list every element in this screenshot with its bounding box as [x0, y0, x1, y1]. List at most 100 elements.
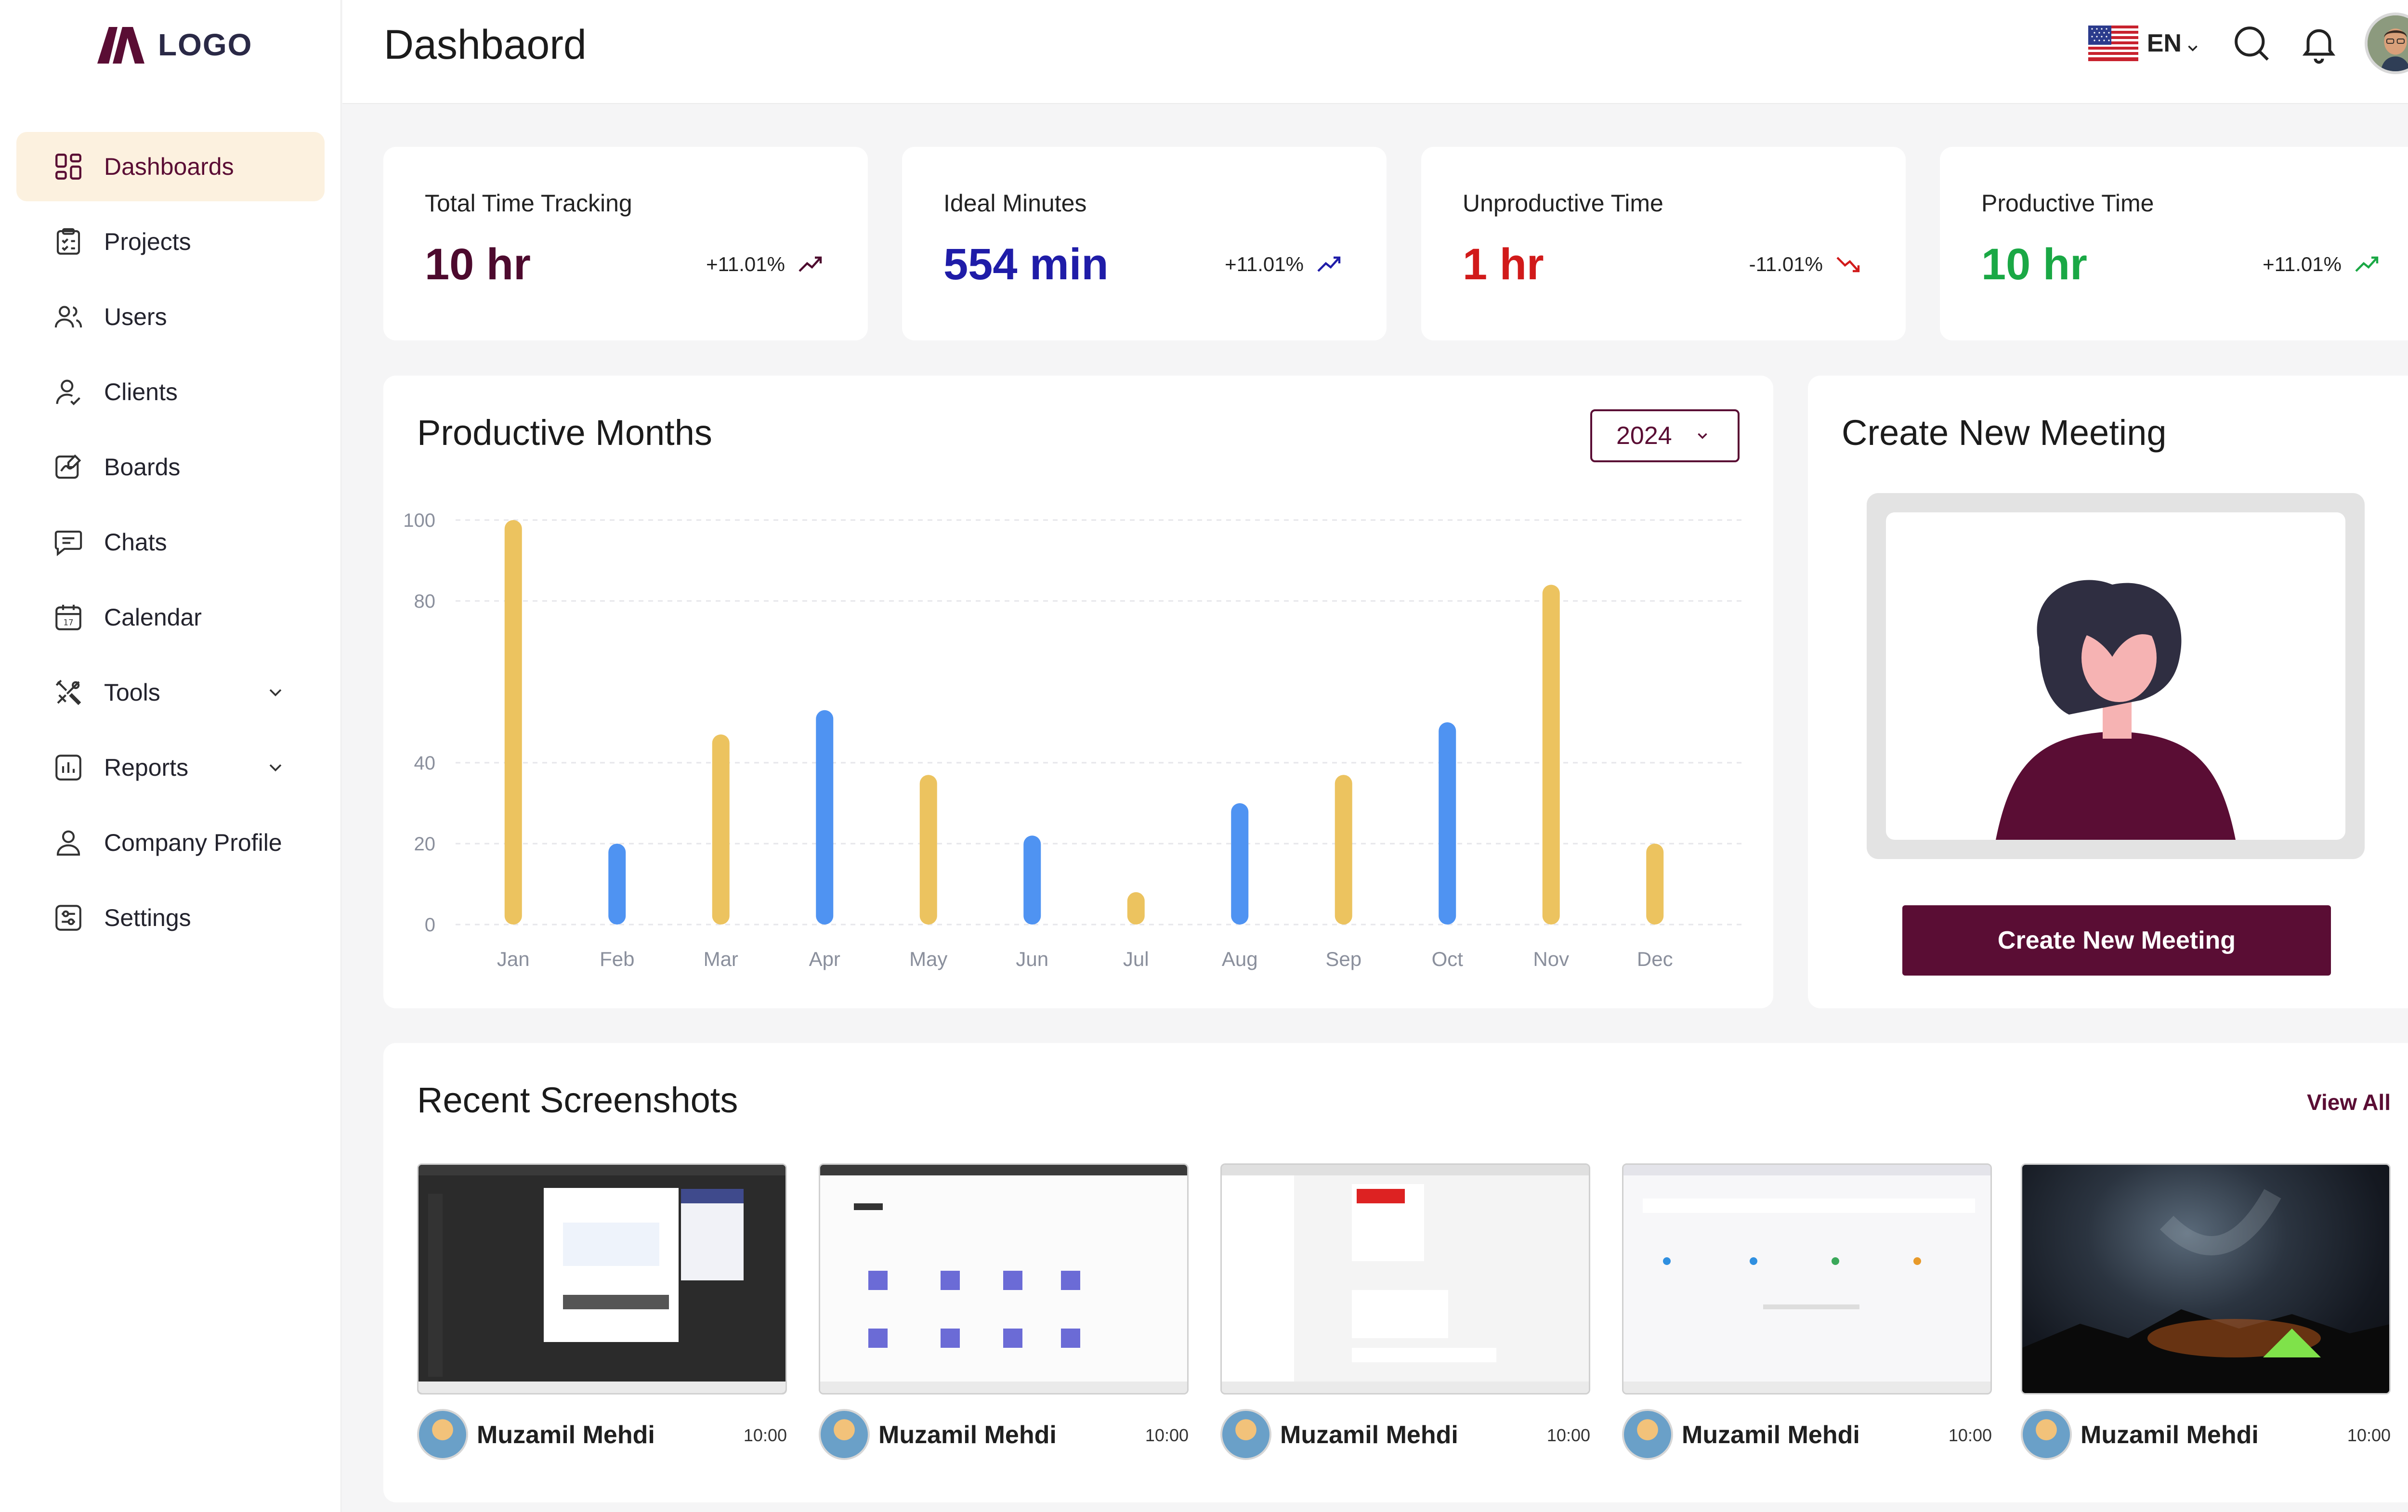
screenshot-preview-image — [1222, 1165, 1589, 1387]
screenshot-meta: Muzamil Mehdi 10:00 — [819, 1409, 1189, 1462]
stat-title: Ideal Minutes — [943, 190, 1087, 217]
bar-dec[interactable] — [1646, 844, 1664, 925]
bar-jan[interactable] — [504, 520, 522, 925]
bar-apr[interactable] — [816, 710, 834, 925]
x-tick-label: Oct — [1432, 948, 1464, 970]
year-select[interactable]: 2024 — [1590, 409, 1740, 462]
screenshot-time: 10:00 — [2347, 1425, 2391, 1445]
screenshot-time: 10:00 — [1948, 1425, 1992, 1445]
screenshot-time: 10:00 — [1145, 1425, 1189, 1445]
view-all-link[interactable]: View All — [2307, 1089, 2391, 1115]
x-tick-label: Apr — [809, 948, 840, 970]
chevron-down-icon[interactable] — [2185, 40, 2201, 56]
bar-oct[interactable] — [1439, 722, 1456, 925]
sidebar-item-label: Chats — [104, 529, 167, 556]
search-icon[interactable] — [2230, 22, 2273, 65]
bar-nov[interactable] — [1542, 585, 1560, 925]
sidebar-item-chats[interactable]: Chats — [16, 508, 325, 577]
dashboard-grid-icon — [51, 149, 86, 184]
trend-up-icon — [798, 256, 822, 272]
sidebar-item-users[interactable]: Users — [16, 282, 325, 352]
screenshot-thumbnail[interactable] — [1622, 1163, 1992, 1395]
screenshot-meta: Muzamil Mehdi 10:00 — [1622, 1409, 1992, 1462]
sidebar-item-label: Company Profile — [104, 829, 282, 856]
stat-change-value: +11.01% — [2263, 253, 2342, 275]
screenshot-item[interactable]: Muzamil Mehdi 10:00 — [2021, 1163, 2391, 1462]
user-avatar — [1622, 1409, 1673, 1460]
sidebar-item-label: Boards — [104, 454, 181, 481]
trend-down-icon — [1836, 257, 1860, 273]
sidebar-item-dashboards[interactable]: Dashboards — [16, 132, 325, 201]
sidebar-item-calendar[interactable]: 17 Calendar — [16, 583, 325, 652]
chart-title: Productive Months — [417, 413, 712, 453]
productive-months-card: 0 20 40 80 100 Jan Feb Mar Apr May Jun Jul Aug Sep Oct… — [383, 376, 1773, 1008]
bar-feb[interactable] — [608, 844, 626, 925]
sidebar-item-clients[interactable]: Clients — [16, 357, 325, 427]
user-avatar — [819, 1409, 870, 1460]
year-select-value: 2024 — [1616, 422, 1672, 450]
sidebar-item-label: Projects — [104, 228, 191, 255]
screenshot-thumbnail[interactable] — [2021, 1163, 2391, 1395]
stat-card-total-time: Total Time Tracking 10 hr +11.01% — [383, 147, 868, 340]
screenshot-taskbar — [1623, 1382, 1990, 1393]
clipboard-icon — [51, 224, 86, 259]
screenshot-item[interactable]: Muzamil Mehdi 10:00 — [1220, 1163, 1590, 1462]
profile-icon — [51, 825, 86, 860]
bar-jun[interactable] — [1023, 835, 1041, 925]
sidebar-item-tools[interactable]: Tools — [16, 658, 325, 727]
screenshot-preview-image — [419, 1165, 785, 1377]
stat-change: -11.01% — [1749, 253, 1862, 276]
bell-icon[interactable] — [2297, 22, 2341, 65]
bar-sep[interactable] — [1335, 775, 1352, 925]
bar-jul[interactable] — [1127, 892, 1145, 925]
stat-change-value: +11.01% — [1225, 253, 1304, 275]
stat-title: Unproductive Time — [1463, 190, 1663, 217]
users-icon — [51, 300, 86, 334]
screenshot-item[interactable]: Muzamil Mehdi 10:00 — [417, 1163, 787, 1462]
create-meeting-button[interactable]: Create New Meeting — [1902, 905, 2331, 976]
user-avatar[interactable] — [2365, 13, 2408, 74]
stat-title: Productive Time — [1981, 190, 2154, 217]
bar-may[interactable] — [919, 775, 937, 925]
sidebar-item-company-profile[interactable]: Company Profile — [16, 808, 325, 877]
chevron-down-icon[interactable] — [265, 757, 286, 778]
screenshot-item[interactable]: Muzamil Mehdi 10:00 — [1622, 1163, 1992, 1462]
meeting-preview-screen — [1886, 512, 2345, 840]
chevron-down-icon[interactable] — [265, 682, 286, 703]
language-label[interactable]: EN — [2147, 29, 2182, 58]
create-meeting-card: Create New Meeting Create New Meeting — [1808, 376, 2408, 1008]
meeting-preview — [1867, 493, 2365, 859]
screenshot-item[interactable]: Muzamil Mehdi 10:00 — [819, 1163, 1189, 1462]
calendar-icon: 17 — [51, 600, 86, 635]
stat-value: 554 min — [943, 240, 1109, 289]
trend-up-icon — [2355, 256, 2379, 272]
stat-card-ideal-minutes: Ideal Minutes 554 min +11.01% — [902, 147, 1387, 340]
tools-icon — [51, 675, 86, 710]
svg-text:17: 17 — [64, 618, 74, 627]
sidebar-item-settings[interactable]: Settings — [16, 883, 325, 952]
stat-change: +11.01% — [1225, 253, 1343, 276]
us-flag-icon[interactable] — [2088, 23, 2138, 64]
screenshot-meta: Muzamil Mehdi 10:00 — [2021, 1409, 2391, 1462]
sidebar-item-label: Reports — [104, 754, 189, 781]
stat-card-productive-time: Productive Time 10 hr +11.01% — [1940, 147, 2408, 340]
bar-mar[interactable] — [712, 734, 730, 925]
screenshot-taskbar — [419, 1382, 785, 1393]
sidebar-item-projects[interactable]: Projects — [16, 207, 325, 276]
x-tick-label: Jul — [1123, 948, 1149, 970]
y-tick-label: 0 — [425, 914, 435, 936]
screenshot-thumbnail[interactable] — [417, 1163, 787, 1395]
bar-aug[interactable] — [1231, 803, 1249, 925]
stat-change-value: +11.01% — [706, 253, 785, 275]
stat-title: Total Time Tracking — [425, 190, 632, 217]
screenshot-preview-image — [820, 1165, 1187, 1348]
y-tick-label: 40 — [414, 753, 436, 774]
logo[interactable]: LOGO — [94, 25, 252, 65]
sidebar-item-label: Clients — [104, 378, 178, 405]
x-tick-label: Nov — [1533, 948, 1569, 970]
screenshot-thumbnail[interactable] — [819, 1163, 1189, 1395]
sidebar-item-reports[interactable]: Reports — [16, 733, 325, 802]
top-header: Dashbaord EN — [342, 0, 2408, 104]
screenshot-thumbnail[interactable] — [1220, 1163, 1590, 1395]
sidebar-item-boards[interactable]: Boards — [16, 432, 325, 502]
